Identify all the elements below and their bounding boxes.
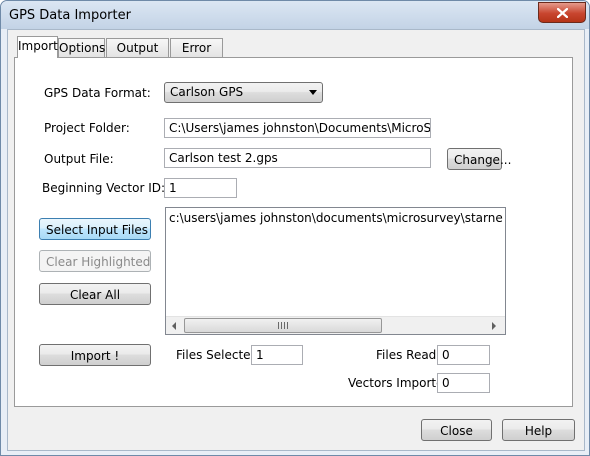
title-bar[interactable]: GPS Data Importer: [1, 1, 589, 29]
change-button[interactable]: Change...: [447, 148, 511, 170]
close-button[interactable]: Close: [421, 419, 492, 441]
clear-all-label: Clear All: [69, 288, 121, 302]
help-button[interactable]: Help: [502, 419, 575, 441]
window-title: GPS Data Importer: [9, 8, 131, 23]
import-button[interactable]: Import !: [39, 344, 151, 366]
close-label: Close: [440, 424, 473, 438]
gps-format-select[interactable]: Carlson GPS: [164, 82, 323, 103]
select-input-files-button[interactable]: Select Input Files: [39, 218, 151, 240]
vector-id-label: Beginning Vector ID:: [42, 181, 166, 195]
gps-format-value: Carlson GPS: [170, 85, 244, 99]
project-folder-input[interactable]: C:\Users\james johnston\Documents\MicroS…: [164, 118, 431, 138]
help-label: Help: [524, 424, 553, 438]
import-label: Import !: [70, 349, 120, 363]
clear-all-button[interactable]: Clear All: [39, 283, 151, 305]
list-item[interactable]: c:\users\james johnston\documents\micros…: [169, 211, 503, 225]
scroll-left-icon[interactable]: [172, 322, 176, 330]
clear-highlighted-label: Clear Highlighted: [46, 255, 151, 269]
tab-options[interactable]: Options: [58, 38, 105, 57]
input-files-list[interactable]: c:\users\james johnston\documents\micros…: [165, 207, 506, 335]
clear-highlighted-button[interactable]: Clear Highlighted: [39, 250, 151, 272]
tab-import[interactable]: Import: [17, 36, 58, 58]
horizontal-scrollbar[interactable]: [166, 316, 505, 334]
files-selected-label: Files Selected:: [176, 348, 263, 362]
project-folder-label: Project Folder:: [44, 121, 130, 135]
files-read-label: Files Read:: [376, 348, 441, 362]
vectors-imported-value: 0: [437, 373, 490, 393]
vector-id-input[interactable]: 1: [164, 178, 237, 198]
change-button-label: Change...: [454, 153, 512, 167]
window-close-button[interactable]: [538, 2, 586, 23]
files-read-value: 0: [437, 345, 490, 365]
files-selected-value: 1: [251, 345, 303, 365]
chevron-down-icon: [309, 90, 317, 95]
output-file-label: Output File:: [44, 152, 114, 166]
select-input-files-label: Select Input Files: [46, 223, 149, 237]
scrollbar-thumb[interactable]: [184, 318, 382, 333]
grip-icon: [278, 322, 288, 329]
scroll-right-icon[interactable]: [492, 322, 496, 330]
tab-output-file[interactable]: Output File: [106, 38, 169, 73]
output-file-input[interactable]: Carlson test 2.gps: [164, 148, 431, 168]
tab-error-log[interactable]: Error Log: [170, 38, 223, 73]
close-icon: [556, 7, 568, 18]
gps-format-label: GPS Data Format:: [44, 86, 151, 100]
